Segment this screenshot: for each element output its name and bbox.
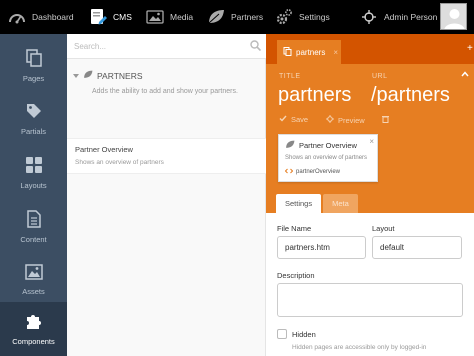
- nav-media-label: Media: [170, 12, 194, 22]
- user-menu[interactable]: Admin Person: [359, 0, 437, 34]
- image-icon: [24, 264, 43, 282]
- component-group-header[interactable]: PARTNERS: [73, 70, 143, 81]
- nav-cms[interactable]: CMS: [88, 0, 132, 34]
- group-description: Adds the ability to add and show your pa…: [92, 88, 238, 95]
- tab-meta[interactable]: Meta: [323, 194, 358, 213]
- sidebar-item-partials[interactable]: Partials: [0, 92, 67, 146]
- save-label: Save: [291, 115, 309, 124]
- sidebar-item-layouts[interactable]: Layouts: [0, 146, 67, 200]
- nav-dashboard[interactable]: Dashboard: [7, 0, 74, 34]
- sidebar-item-label: Partials: [20, 127, 46, 136]
- sidebar-item-pages[interactable]: Pages: [0, 39, 67, 93]
- collapse-arrow-icon: [73, 71, 79, 81]
- nav-partners[interactable]: Partners: [206, 0, 263, 34]
- close-icon[interactable]: ×: [369, 137, 374, 146]
- pages-icon: [25, 49, 43, 69]
- title-field[interactable]: partners: [278, 84, 351, 107]
- editor-tab-strip: partners × +: [266, 34, 474, 64]
- cms-icon: [88, 7, 108, 27]
- group-title: PARTNERS: [97, 70, 143, 81]
- nav-dashboard-label: Dashboard: [32, 12, 74, 22]
- description-field[interactable]: [277, 283, 463, 317]
- close-icon[interactable]: ×: [333, 48, 338, 57]
- leaf-icon: [285, 140, 295, 151]
- grid-icon: [25, 156, 43, 176]
- sidebar-item-components[interactable]: Components: [0, 302, 67, 356]
- component-card-code: partnerOverview: [296, 169, 341, 175]
- layout-select[interactable]: default: [372, 236, 462, 259]
- nav-partners-label: Partners: [231, 12, 264, 22]
- tab-partners[interactable]: partners ×: [277, 40, 341, 64]
- save-button[interactable]: Save: [279, 115, 308, 124]
- component-card-code-row: partnerOverview: [284, 168, 341, 176]
- tab-label: partners: [296, 47, 326, 57]
- trash-icon: [382, 115, 389, 125]
- sidebar-item-label: Layouts: [20, 181, 47, 190]
- crosshair-icon: [326, 115, 334, 125]
- media-icon: [145, 7, 165, 27]
- tab-settings[interactable]: Settings: [276, 194, 322, 213]
- preview-label: Preview: [338, 115, 365, 125]
- add-tab-button[interactable]: +: [467, 43, 473, 54]
- chevron-up-icon[interactable]: [461, 70, 469, 79]
- component-card-title: Partner Overview: [299, 141, 357, 150]
- file-name-label: File Name: [277, 224, 312, 233]
- list-item[interactable]: Partner Overview Shows an overview of pa…: [67, 138, 266, 174]
- hidden-label: Hidden: [292, 330, 316, 339]
- preview-button[interactable]: Preview: [326, 115, 365, 125]
- layout-label: Layout: [372, 224, 395, 233]
- code-icon: [284, 168, 294, 176]
- hidden-checkbox[interactable]: [277, 329, 287, 339]
- sidebar-item-label: Pages: [22, 74, 45, 83]
- file-name-field[interactable]: partners.htm: [277, 236, 366, 259]
- nav-cms-label: CMS: [113, 12, 132, 22]
- check-icon: [279, 115, 287, 124]
- component-card-description: Shows an overview of partners: [285, 155, 368, 161]
- editor-inner-tabs: Settings Meta: [276, 194, 358, 213]
- component-list-panel: PARTNERS Adds the ability to add and sho…: [67, 34, 266, 356]
- list-item-title: Partner Overview: [75, 145, 133, 154]
- tag-icon: [25, 102, 43, 122]
- puzzle-icon: [25, 312, 43, 332]
- component-card[interactable]: Partner Overview Shows an overview of pa…: [278, 134, 378, 182]
- sidebar-item-content[interactable]: Content: [0, 200, 67, 254]
- avatar[interactable]: [440, 3, 467, 30]
- description-label: Description: [277, 271, 315, 280]
- component-card-title-row: Partner Overview: [285, 140, 357, 151]
- cms-sidebar: Pages Partials Layouts Content Assets Co…: [0, 34, 67, 356]
- list-item-description: Shows an overview of partners: [75, 159, 164, 166]
- sidebar-item-assets[interactable]: Assets: [0, 253, 67, 307]
- url-field-label: URL: [372, 73, 388, 80]
- page-icon: [283, 46, 292, 58]
- search-input[interactable]: [67, 34, 266, 59]
- editor-header: partners × + TITLE URL partners /partner…: [266, 34, 474, 213]
- search-icon[interactable]: [250, 40, 262, 53]
- sidebar-item-label: Content: [20, 235, 47, 244]
- crosshair-icon: [359, 7, 379, 27]
- delete-button[interactable]: [382, 115, 389, 125]
- leaf-icon: [206, 7, 226, 27]
- nav-media[interactable]: Media: [145, 0, 193, 34]
- hidden-description: Hidden pages are accessible only by logg…: [292, 344, 427, 351]
- sidebar-item-label: Assets: [22, 287, 45, 296]
- dashboard-icon: [7, 7, 27, 27]
- gear-icon: [274, 7, 294, 27]
- user-name: Admin Person: [384, 12, 438, 22]
- document-icon: [26, 210, 42, 230]
- nav-settings-label: Settings: [299, 12, 330, 22]
- title-field-label: TITLE: [279, 73, 301, 80]
- sidebar-item-label: Components: [12, 337, 55, 346]
- editor-panel: partners × + TITLE URL partners /partner…: [266, 34, 474, 356]
- url-field[interactable]: /partners: [371, 84, 450, 107]
- nav-settings[interactable]: Settings: [274, 0, 330, 34]
- top-navigation-bar: Dashboard CMS Media Partners Settings Ad…: [0, 0, 474, 34]
- leaf-icon: [83, 70, 93, 81]
